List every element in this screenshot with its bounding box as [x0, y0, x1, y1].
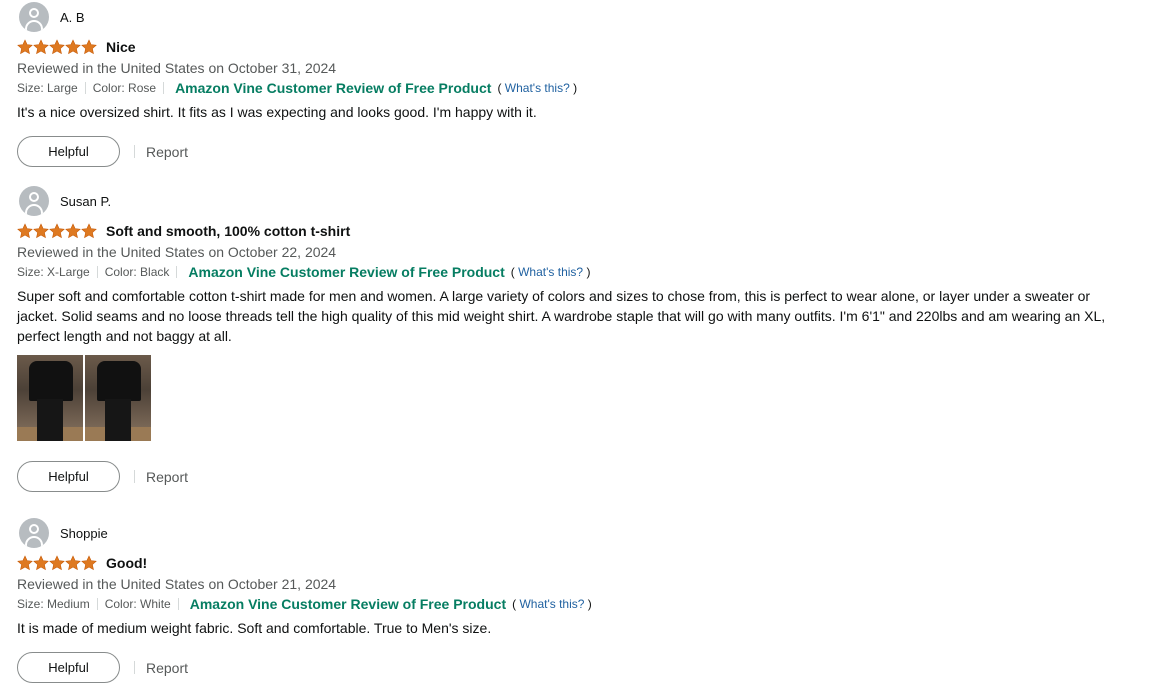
divider: [134, 661, 135, 674]
star-icon: [49, 39, 65, 55]
reviewer-name: Susan P.: [60, 193, 112, 209]
divider: [84, 82, 86, 94]
review-card: Susan P. Soft and smooth, 100% cotton t-…: [17, 186, 1132, 492]
divider: [163, 82, 165, 94]
vine-badge: Amazon Vine Customer Review of Free Prod…: [188, 264, 505, 280]
divider: [96, 266, 98, 278]
size-label[interactable]: Size: Medium: [17, 594, 90, 614]
review-title[interactable]: Good!: [106, 555, 147, 571]
whats-this-link[interactable]: What's this?: [518, 265, 583, 279]
star-icon: [65, 223, 81, 239]
review-date: Reviewed in the United States on October…: [17, 576, 337, 592]
review-date: Reviewed in the United States on October…: [17, 244, 337, 260]
helpful-button[interactable]: Helpful: [17, 136, 120, 167]
star-icon: [65, 555, 81, 571]
star-icon: [81, 555, 97, 571]
star-icon: [65, 39, 81, 55]
review-image-thumbnail[interactable]: [17, 355, 83, 441]
review-images: [17, 355, 1132, 441]
report-link[interactable]: Report: [146, 660, 188, 676]
divider: [134, 470, 135, 483]
review-card: A. B Nice Reviewed in the United States …: [17, 2, 1132, 167]
review-body: It's a nice oversized shirt. It fits as …: [17, 104, 537, 120]
color-label[interactable]: Color: Rose: [93, 78, 156, 98]
color-label[interactable]: Color: Black: [105, 262, 170, 282]
avatar: [19, 2, 49, 32]
color-label[interactable]: Color: White: [105, 594, 171, 614]
review-image-thumbnail[interactable]: [85, 355, 151, 441]
whats-this-link[interactable]: What's this?: [505, 81, 570, 95]
star-icon: [49, 223, 65, 239]
paren-close: ): [573, 81, 578, 95]
star-icon: [17, 223, 33, 239]
review-body: It is made of medium weight fabric. Soft…: [17, 620, 492, 636]
paren-open: (: [497, 81, 502, 95]
star-icon: [33, 555, 49, 571]
size-label[interactable]: Size: X-Large: [17, 262, 90, 282]
reviewer-profile[interactable]: Susan P.: [17, 186, 1132, 216]
review-title[interactable]: Nice: [106, 39, 136, 55]
paren-open: (: [510, 265, 515, 279]
review-date: Reviewed in the United States on October…: [17, 60, 337, 76]
reviewer-profile[interactable]: Shoppie: [17, 518, 1132, 548]
reviewer-name: Shoppie: [60, 525, 108, 541]
star-icon: [33, 223, 49, 239]
avatar: [19, 518, 49, 548]
helpful-button[interactable]: Helpful: [17, 461, 120, 492]
star-icon: [81, 223, 97, 239]
paren-close: ): [586, 265, 591, 279]
star-icon: [17, 39, 33, 55]
divider: [96, 598, 98, 610]
star-icon: [33, 39, 49, 55]
helpful-button[interactable]: Helpful: [17, 652, 120, 683]
divider: [176, 266, 178, 278]
whats-this-link[interactable]: What's this?: [519, 597, 584, 611]
vine-badge: Amazon Vine Customer Review of Free Prod…: [175, 80, 492, 96]
star-icon: [49, 555, 65, 571]
report-link[interactable]: Report: [146, 144, 188, 160]
star-icon: [17, 555, 33, 571]
vine-badge: Amazon Vine Customer Review of Free Prod…: [189, 596, 507, 612]
report-link[interactable]: Report: [146, 469, 188, 485]
review-title[interactable]: Soft and smooth, 100% cotton t-shirt: [106, 223, 350, 239]
review-card: Shoppie Good! Reviewed in the United Sta…: [17, 518, 1132, 683]
reviewer-profile[interactable]: A. B: [17, 2, 1132, 32]
divider: [177, 598, 179, 610]
divider: [134, 145, 135, 158]
paren-open: (: [512, 597, 517, 611]
reviewer-name: A. B: [60, 9, 85, 25]
star-rating[interactable]: [17, 223, 97, 239]
star-rating[interactable]: [17, 39, 97, 55]
avatar: [19, 186, 49, 216]
review-body: Super soft and comfortable cotton t-shir…: [17, 288, 1106, 344]
paren-close: ): [587, 597, 592, 611]
size-label[interactable]: Size: Large: [17, 78, 78, 98]
star-rating[interactable]: [17, 555, 97, 571]
star-icon: [81, 39, 97, 55]
